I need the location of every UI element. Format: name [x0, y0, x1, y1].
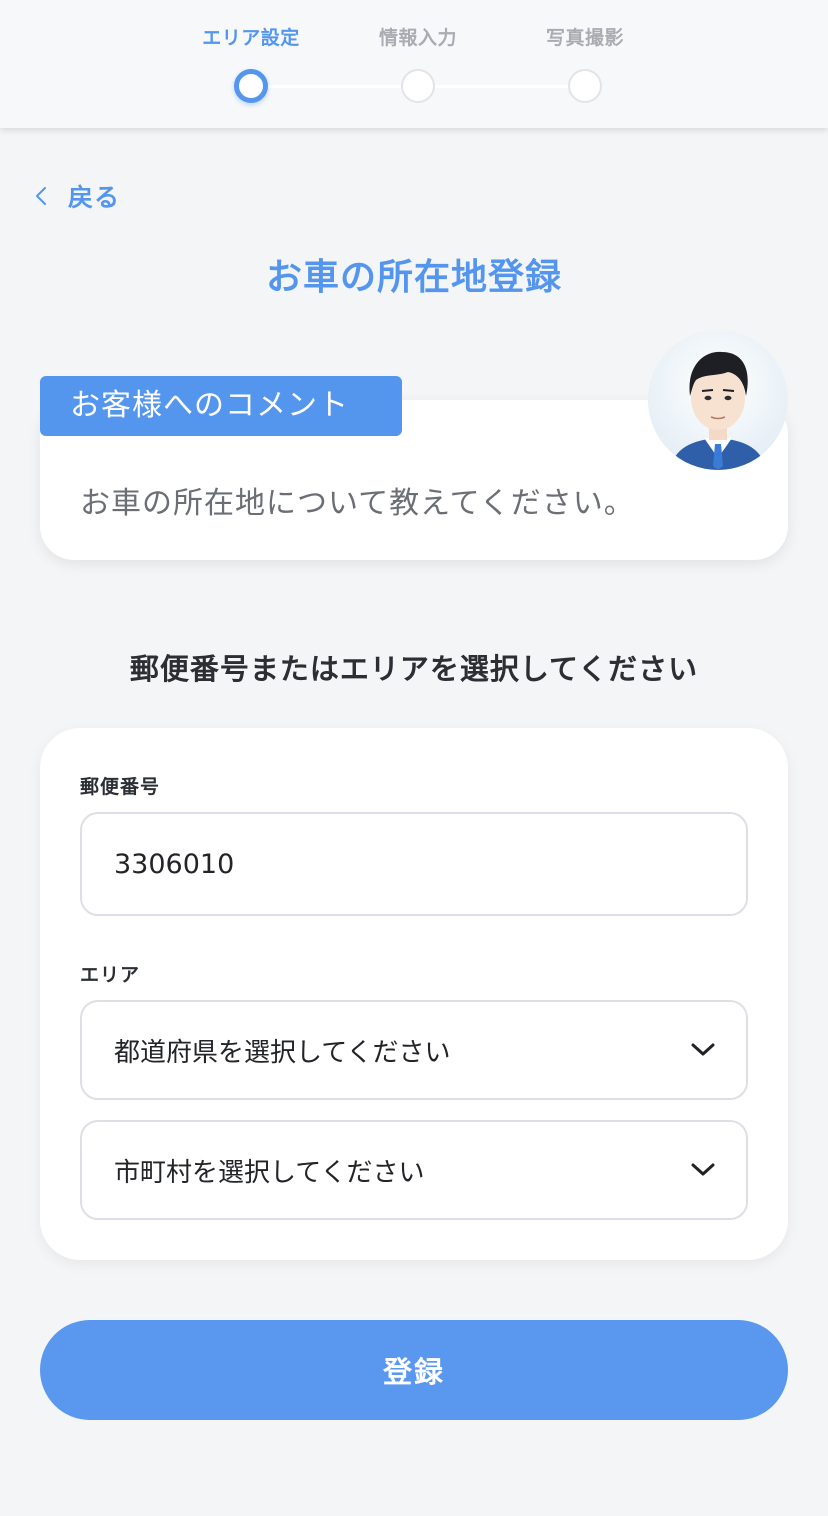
chevron-left-icon	[34, 176, 56, 216]
step-indicator	[568, 69, 602, 103]
step-label: エリア設定	[202, 27, 300, 49]
city-select[interactable]: 市町村を選択してください	[80, 1120, 748, 1220]
step-info-input: 情報入力	[338, 24, 498, 103]
step-label: 写真撮影	[545, 27, 624, 49]
postal-code-label: 郵便番号	[80, 776, 161, 798]
step-area-setting: エリア設定	[171, 24, 331, 103]
register-button-label: 登録	[382, 1355, 445, 1389]
step-indicator-active	[234, 69, 268, 103]
step-label: 情報入力	[378, 27, 457, 49]
prefecture-select[interactable]: 都道府県を選択してください	[80, 1000, 748, 1100]
postal-code-value: 3306010	[114, 848, 235, 880]
prefecture-select-placeholder: 都道府県を選択してください	[114, 1037, 451, 1068]
progress-stepper: エリア設定 情報入力 写真撮影	[0, 0, 828, 128]
page-title: お車の所在地登録	[265, 257, 562, 298]
back-label: 戻る	[68, 183, 121, 212]
city-select-placeholder: 市町村を選択してください	[114, 1157, 425, 1188]
section-heading: 郵便番号またはエリアを選択してください	[129, 652, 699, 686]
chevron-down-icon	[690, 1160, 718, 1180]
staff-avatar-icon	[648, 330, 788, 470]
page: エリア設定 情報入力 写真撮影 戻る お車の所在地登録 お客様へのコメント お車…	[0, 0, 828, 1516]
step-photo: 写真撮影	[505, 24, 665, 103]
back-link[interactable]: 戻る	[34, 176, 120, 216]
chevron-down-icon	[690, 1040, 718, 1060]
comment-tag: お客様へのコメント	[40, 376, 402, 436]
register-button[interactable]: 登録	[40, 1320, 788, 1420]
comment-text: お車の所在地について教えてください。	[80, 486, 635, 521]
postal-code-input[interactable]: 3306010	[80, 812, 748, 916]
area-label: エリア	[80, 964, 141, 986]
step-indicator	[401, 69, 435, 103]
